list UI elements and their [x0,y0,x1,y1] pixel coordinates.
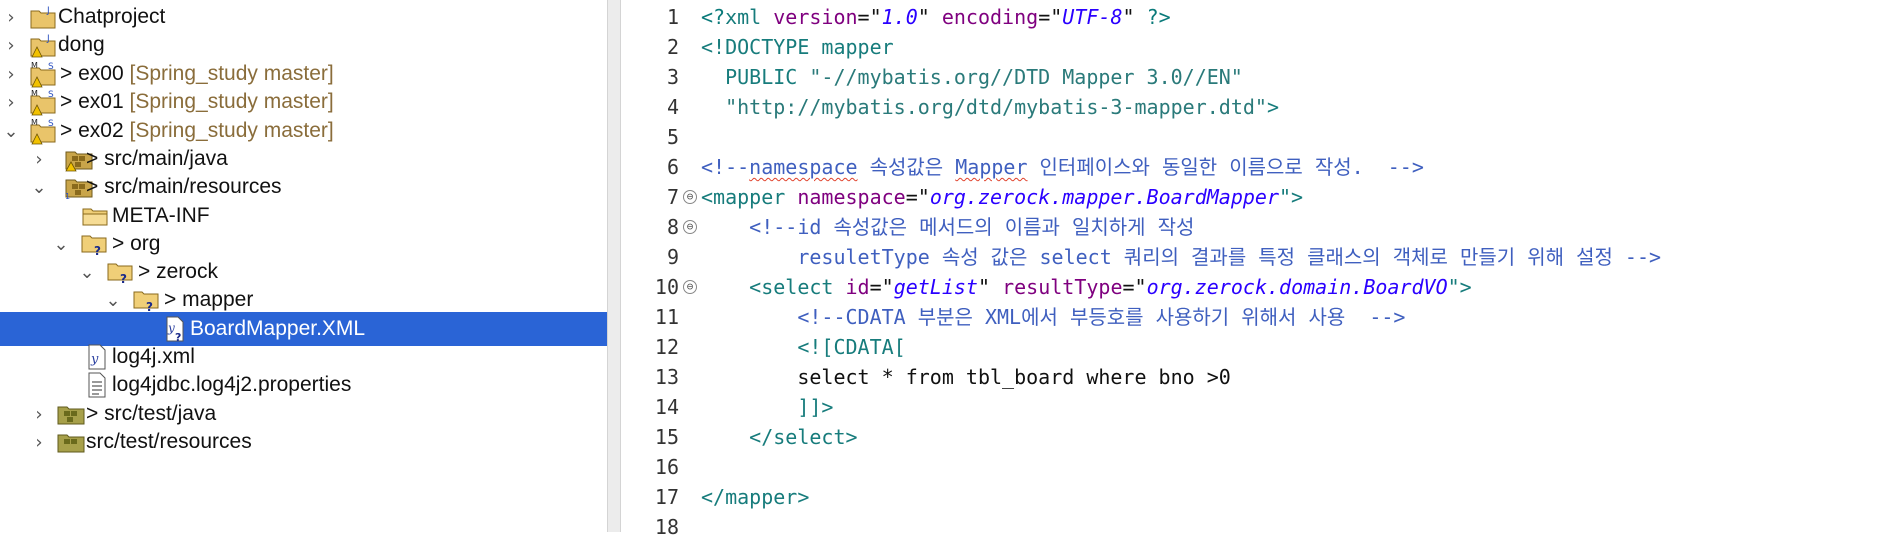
svg-text:M: M [31,118,38,127]
tree-item-src-test-resources[interactable]: › src/test/resources [0,425,607,459]
line-number: 16 [654,455,679,479]
maven-project-warning-icon: MS [28,88,58,116]
tree-item-label: dong [58,33,105,56]
code-line-8: <!--id 속성값은 메서드의 이름과 일치하게 작성 [701,215,1195,239]
svg-text:S: S [48,62,54,72]
code-line-3: PUBLIC "-//mybatis.org//DTD Mapper 3.0//… [701,65,1243,89]
tree-item-label: META-INF [112,204,210,227]
code-line-14: ]]> [701,395,834,419]
tree-item-label: > org [112,232,161,255]
svg-text:S: S [48,119,54,129]
untracked-folder-icon: ? [132,286,162,314]
folder-icon [80,202,110,230]
svg-text:y: y [167,321,175,335]
chevron-right-icon[interactable]: › [28,149,50,170]
line-number: 8 [666,215,679,239]
tree-item-label: > zerock [138,260,218,283]
chevron-right-icon[interactable]: › [0,92,22,113]
code-line-11: <!--CDATA 부분은 XML에서 부등호를 사용하기 위해서 사용 --> [701,305,1406,329]
code-line-15: </select> [701,425,858,449]
java-project-warning-icon: J [28,31,58,59]
tree-item-label: > src/main/resources [86,175,282,198]
line-number: 14 [654,395,679,419]
tree-item-label: > ex01 [Spring_study master] [60,90,334,113]
tree-item-label: BoardMapper.XML [190,317,366,340]
line-number: 18 [654,515,679,539]
code-line-17: </mapper> [701,485,810,509]
svg-text:M: M [31,61,38,70]
svg-text:J: J [46,34,50,44]
line-number: 9 [666,245,679,269]
maven-project-warning-icon: MS [28,60,58,88]
line-number: 1 [666,5,679,29]
xml-file-untracked-icon: y? [160,315,190,343]
line-number: 11 [654,305,679,329]
xml-file-icon: y [82,343,112,371]
svg-text:M: M [31,89,38,98]
line-number: 10 [654,275,679,299]
code-line-12: <![CDATA[ [701,335,906,359]
tree-item-label: > src/test/java [86,402,217,425]
svg-text:S: S [48,90,54,100]
untracked-folder-icon: ? [80,230,110,258]
untracked-folder-icon: ? [106,258,136,286]
chevron-down-icon[interactable]: ⌄ [102,290,124,311]
tree-item-label: > ex02 [Spring_study master] [60,119,334,142]
tree-item-label: Chatproject [58,5,166,28]
line-number: 17 [654,485,679,509]
chevron-right-icon[interactable]: › [28,404,50,425]
tree-item-label: log4j.xml [112,345,195,368]
source-folder-icon [56,400,86,428]
chevron-down-icon[interactable]: ⌄ [28,177,50,198]
chevron-down-icon[interactable]: ⌄ [76,262,98,283]
tree-item-label: > ex00 [Spring_study master] [60,62,334,85]
tree-item-label: log4jdbc.log4j2.properties [112,373,352,396]
line-number: 2 [666,35,679,59]
source-folder-icon [56,428,86,456]
line-number-ruler: 1 2 3 4 5 6 7 8 9 10 11 12 13 14 15 16 1… [621,0,701,539]
line-number: 4 [666,95,679,119]
tree-item-label: src/test/resources [86,430,252,453]
line-number: 3 [666,65,679,89]
code-line-1: <?xml version="1.0" encoding="UTF-8" ?> [701,5,1171,29]
code-line-7: <mapper namespace="org.zerock.mapper.Boa… [701,185,1304,209]
tree-item-label: > mapper [164,288,254,311]
project-explorer: › J Chatproject › J dong › MS > ex00 [Sp… [0,0,607,532]
pane-splitter[interactable] [607,0,621,532]
svg-text:y: y [90,352,99,367]
code-line-4: "http://mybatis.org/dtd/mybatis-3-mapper… [725,95,1279,119]
svg-text:J: J [46,6,50,16]
java-project-icon: J [28,3,58,31]
code-line-6: <!--namespace 속성값은 Mapper 인터페이스와 동일한 이름으… [701,155,1424,179]
line-number: 6 [666,155,679,179]
code-line-9: resuletType 속성 값은 select 쿼리의 결과를 특정 클래스의… [701,245,1662,269]
properties-file-icon [82,371,112,399]
code-line-2: <!DOCTYPE mapper [701,35,894,59]
line-number: 5 [666,125,679,149]
code-line-13: select * from tbl_board where bno >0 [701,365,1231,389]
fold-collapse-icon[interactable]: ⊖ [683,280,697,294]
chevron-right-icon[interactable]: › [0,35,22,56]
chevron-right-icon[interactable]: › [28,432,50,453]
chevron-right-icon[interactable]: › [0,64,22,85]
chevron-down-icon[interactable]: ⌄ [50,234,72,255]
chevron-right-icon[interactable]: › [0,7,22,28]
xml-editor[interactable]: <?xml version="1.0" encoding="UTF-8" ?> … [701,0,1884,532]
fold-collapse-icon[interactable]: ⊖ [683,220,697,234]
chevron-down-icon[interactable]: ⌄ [0,121,22,142]
line-number: 15 [654,425,679,449]
maven-project-warning-icon: MS [28,117,58,145]
fold-collapse-icon[interactable]: ⊖ [683,190,697,204]
line-number: 7 [666,185,679,209]
line-number: 12 [654,335,679,359]
code-line-10: <select id="getList" resultType="org.zer… [701,275,1472,299]
line-number: 13 [654,365,679,389]
tree-item-label: > src/main/java [86,147,228,170]
